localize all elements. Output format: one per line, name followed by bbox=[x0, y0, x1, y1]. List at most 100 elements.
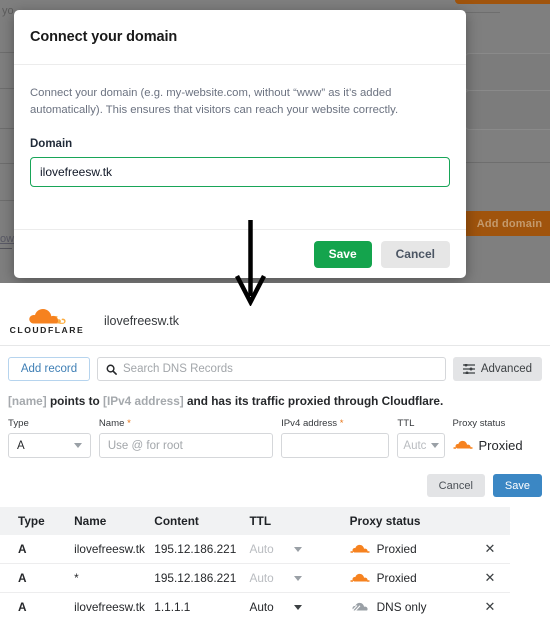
advanced-label: Advanced bbox=[480, 363, 532, 375]
background-card-2 bbox=[465, 90, 550, 130]
bottom-screenshot-cloudflare-dns: CLOUDFLARE ilovefreesw.tk Add record Sea… bbox=[0, 283, 550, 618]
cell-delete[interactable]: ✕ bbox=[469, 535, 510, 564]
background-partial-link[interactable]: ow bbox=[0, 233, 14, 245]
column-header-name: Name bbox=[74, 507, 155, 535]
top-screenshot-modal-dialog: yo Add domain ow Connect your domain Con… bbox=[0, 0, 550, 283]
name-label: Name * bbox=[99, 418, 273, 429]
cloud-dns-only-icon bbox=[351, 602, 368, 612]
cell-name: ilovefreesw.tk bbox=[74, 535, 155, 564]
table-header-row: Type Name Content TTL Proxy status bbox=[0, 507, 510, 535]
modal-body: Connect your domain (e.g. my-website.com… bbox=[14, 65, 466, 187]
add-domain-button[interactable]: Add domain bbox=[462, 211, 550, 236]
cell-name: ilovefreesw.tk bbox=[74, 592, 155, 618]
type-selected-value: A bbox=[17, 439, 25, 452]
dns-cancel-button[interactable]: Cancel bbox=[426, 474, 485, 497]
form-name-group: Name * Use @ for root bbox=[98, 418, 274, 458]
ipv4-label: IPv4 address * bbox=[281, 418, 389, 429]
cell-ttl[interactable]: Auto bbox=[249, 563, 350, 593]
dns-save-button[interactable]: Save bbox=[492, 474, 542, 497]
cell-ttl[interactable]: Auto bbox=[249, 592, 350, 618]
chevron-down-icon bbox=[73, 443, 82, 448]
cloud-proxied-icon bbox=[453, 440, 473, 449]
chevron-down-icon bbox=[430, 443, 439, 448]
proxy-status-value: Proxied bbox=[478, 438, 523, 453]
proxy-status-value: Proxied bbox=[376, 542, 417, 556]
dns-form-actions: Cancel Save bbox=[0, 458, 550, 507]
cloudflare-header: CLOUDFLARE ilovefreesw.tk bbox=[0, 283, 550, 345]
proxy-status-value: Proxied bbox=[376, 571, 417, 585]
name-input[interactable]: Use @ for root bbox=[98, 433, 274, 458]
cell-content: 1.1.1.1 bbox=[154, 592, 250, 618]
background-divider-4 bbox=[0, 88, 14, 89]
search-dns-records-input[interactable]: Search DNS Records bbox=[97, 357, 446, 381]
cloudflare-wordmark: CLOUDFLARE bbox=[9, 325, 85, 335]
proxy-status-label: Proxy status bbox=[452, 418, 506, 429]
cell-delete[interactable]: ✕ bbox=[469, 563, 510, 593]
ttl-value: Auto bbox=[249, 600, 274, 614]
hint-name-placeholder: [name] bbox=[8, 394, 47, 408]
domain-field-label: Domain bbox=[30, 138, 73, 150]
proxy-toggle[interactable]: Proxied bbox=[453, 433, 542, 458]
cell-proxy-status[interactable]: DNS only bbox=[349, 592, 470, 618]
ipv4-label-text: IPv4 address bbox=[281, 418, 338, 429]
modal-description: Connect your domain (e.g. my-website.com… bbox=[30, 87, 399, 116]
type-select[interactable]: A bbox=[8, 433, 91, 458]
background-divider-3 bbox=[0, 52, 14, 53]
background-top-button[interactable] bbox=[455, 0, 550, 4]
connect-domain-modal: Connect your domain Connect your domain … bbox=[14, 10, 466, 278]
column-header-ttl: TTL bbox=[249, 507, 350, 535]
advanced-button[interactable]: Advanced bbox=[452, 357, 542, 381]
background-divider-5 bbox=[0, 128, 14, 129]
name-placeholder-text: Use @ for root bbox=[107, 439, 183, 452]
hint-points-to: points to bbox=[46, 394, 104, 408]
column-header-type: Type bbox=[0, 507, 75, 535]
dns-toolbar: Add record Search DNS Records Advanced bbox=[0, 346, 550, 390]
search-icon bbox=[106, 364, 117, 375]
background-card-1 bbox=[465, 53, 550, 91]
cell-ttl[interactable]: Auto bbox=[249, 535, 350, 564]
close-icon[interactable]: ✕ bbox=[484, 541, 495, 556]
cell-delete[interactable]: ✕ bbox=[469, 592, 510, 618]
cell-content: 195.12.186.221 bbox=[154, 535, 250, 564]
dns-records-table: Type Name Content TTL Proxy status A ilo… bbox=[0, 507, 510, 618]
table-row[interactable]: A ilovefreesw.tk 195.12.186.221 Auto Pro… bbox=[0, 535, 510, 564]
background-divider-7 bbox=[0, 200, 14, 201]
proxy-status-value: DNS only bbox=[376, 600, 427, 614]
modal-save-button[interactable]: Save bbox=[313, 240, 372, 268]
form-ipv4-group: IPv4 address * bbox=[281, 418, 390, 458]
form-type-group: Type A bbox=[8, 418, 91, 458]
add-record-button[interactable]: Add record bbox=[8, 357, 90, 381]
modal-cancel-button[interactable]: Cancel bbox=[380, 240, 450, 268]
search-placeholder-text: Search DNS Records bbox=[123, 363, 233, 375]
cloudflare-cloud-icon bbox=[29, 309, 66, 324]
name-label-text: Name bbox=[98, 418, 125, 429]
cloudflare-logo: CLOUDFLARE bbox=[8, 307, 86, 335]
table-row[interactable]: A ilovefreesw.tk 1.1.1.1 Auto DNS only ✕ bbox=[0, 592, 510, 618]
modal-footer: Save Cancel bbox=[14, 229, 466, 278]
ttl-select[interactable]: Autc bbox=[397, 433, 445, 458]
domain-input[interactable] bbox=[30, 157, 450, 187]
cell-content: 195.12.186.221 bbox=[154, 563, 250, 593]
cell-type: A bbox=[0, 592, 75, 618]
background-divider-6 bbox=[0, 163, 14, 164]
cell-proxy-status[interactable]: Proxied bbox=[349, 535, 470, 564]
ttl-value: Auto bbox=[249, 542, 274, 556]
chevron-down-icon bbox=[293, 604, 302, 610]
chevron-down-icon bbox=[293, 575, 302, 581]
ttl-value: Auto bbox=[249, 571, 274, 585]
cloud-proxied-icon bbox=[350, 544, 370, 553]
filter-list-icon bbox=[462, 364, 475, 374]
form-proxy-group: Proxy status Proxied bbox=[453, 418, 542, 458]
ipv4-input[interactable] bbox=[281, 433, 390, 458]
chevron-down-icon bbox=[293, 546, 302, 552]
form-ttl-group: TTL Autc bbox=[397, 418, 445, 458]
modal-title: Connect your domain bbox=[30, 29, 178, 45]
cell-proxy-status[interactable]: Proxied bbox=[349, 563, 470, 593]
close-icon[interactable]: ✕ bbox=[484, 570, 495, 585]
ttl-selected-value: Autc bbox=[403, 439, 427, 452]
table-row[interactable]: A * 195.12.186.221 Auto Proxied ✕ bbox=[0, 563, 510, 593]
cloud-proxied-icon bbox=[350, 573, 370, 582]
close-icon[interactable]: ✕ bbox=[484, 599, 495, 614]
background-partial-text: yo bbox=[2, 5, 14, 17]
dns-record-form: Type A Name * Use @ for root IPv4 addres… bbox=[0, 418, 550, 458]
